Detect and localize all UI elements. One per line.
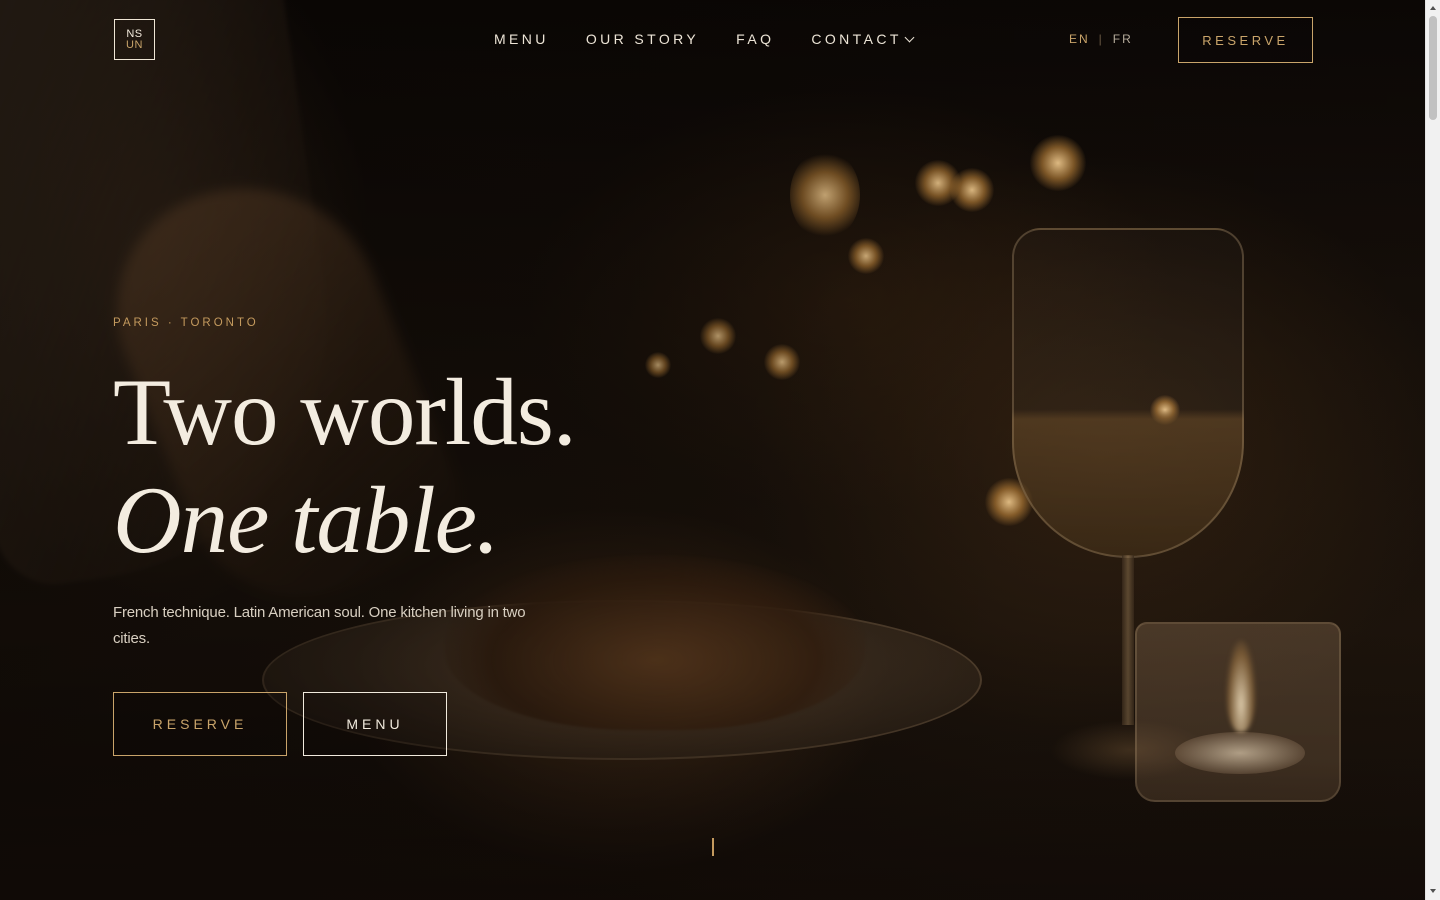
chevron-down-icon (904, 32, 915, 42)
hero-headline-line1: Two worlds. (113, 359, 577, 465)
scroll-up-arrow-icon[interactable] (1430, 6, 1436, 10)
language-switcher: EN | FR (1069, 32, 1133, 46)
language-fr-link[interactable]: FR (1113, 32, 1133, 46)
nav-link-contact-label: CONTACT (811, 31, 902, 47)
logo[interactable]: NS UN (114, 19, 155, 60)
nav-link-faq[interactable]: FAQ (736, 31, 774, 47)
page-scrollbar[interactable] (1425, 0, 1440, 900)
hero-headline: Two worlds. One table. (113, 358, 577, 574)
main-nav: MENU OUR STORY FAQ CONTACT (494, 31, 915, 47)
page: NS UN MENU OUR STORY FAQ CONTACT EN | FR… (0, 0, 1440, 900)
hero-eyebrow: PARIS · TORONTO (113, 317, 259, 329)
language-en-link[interactable]: EN (1069, 32, 1090, 46)
logo-top-text: NS (126, 27, 143, 40)
header-reserve-button[interactable]: RESERVE (1178, 17, 1313, 63)
hero-subtext: French technique. Latin American soul. O… (113, 604, 526, 647)
hero-bottom-fade (0, 760, 1425, 900)
nav-link-our-story[interactable]: OUR STORY (586, 31, 699, 47)
scroll-down-arrow-icon[interactable] (1430, 889, 1436, 893)
scroll-down-indicator[interactable] (712, 838, 714, 856)
hero-menu-button[interactable]: MENU (303, 692, 447, 756)
nav-link-menu[interactable]: MENU (494, 31, 549, 47)
hero-reserve-button[interactable]: RESERVE (113, 692, 287, 756)
hero-headline-line2: One table. (113, 467, 500, 573)
language-separator: | (1098, 32, 1104, 46)
logo-bottom-text: UN (126, 38, 143, 51)
nav-link-contact[interactable]: CONTACT (811, 31, 915, 47)
scrollbar-thumb[interactable] (1429, 16, 1437, 120)
